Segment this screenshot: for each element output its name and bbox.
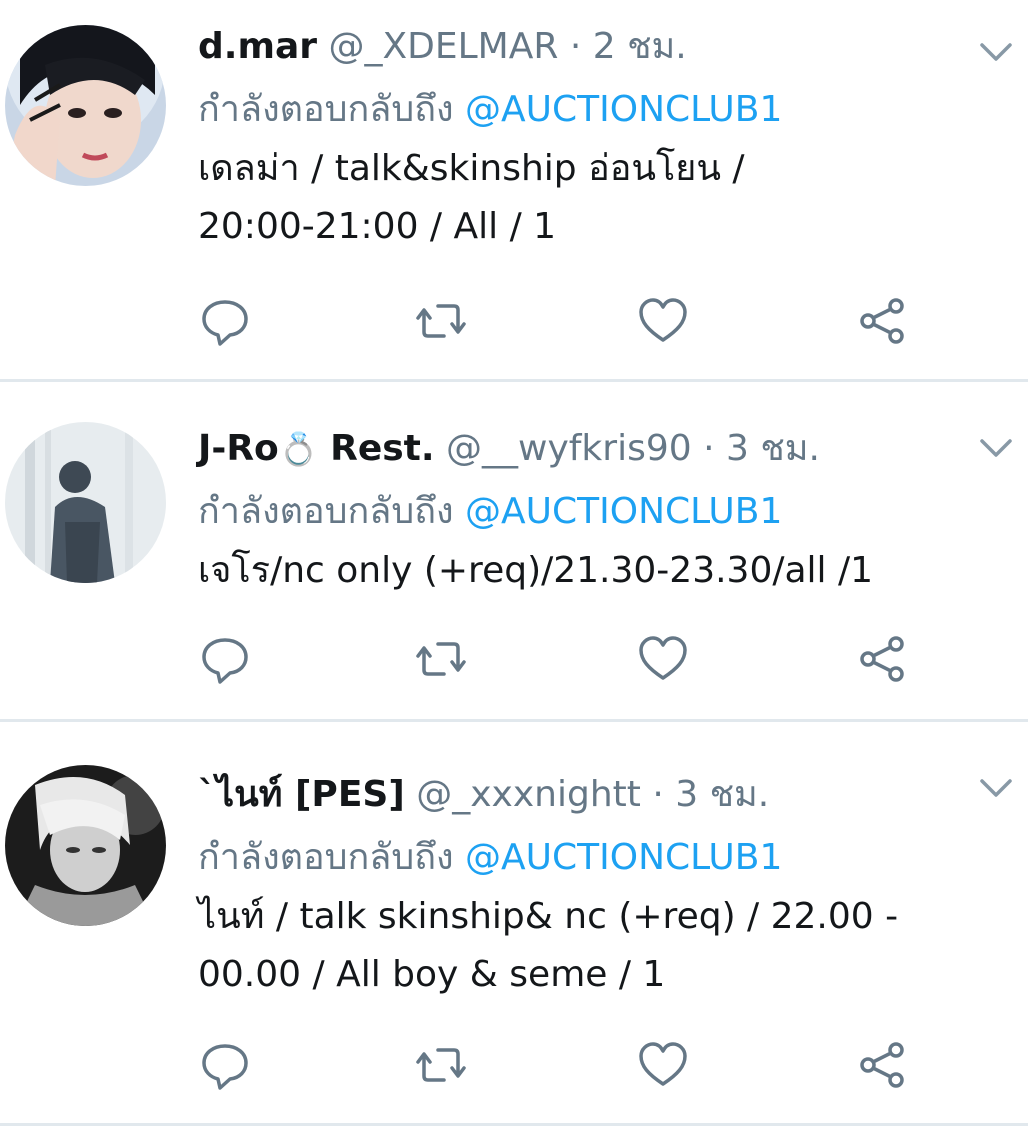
user-handle[interactable]: @__wyfkris90 xyxy=(446,428,692,469)
tweet-text-line: ไนท์ / talk skinship& nc (+req) / 22.00 … xyxy=(198,896,899,937)
timestamp[interactable]: 3 ชม. xyxy=(675,774,769,815)
tweet-header: `ไนท์ [PES] @_xxxnightt · 3 ชม. xyxy=(198,770,988,820)
replying-label: กำลังตอบกลับถึง xyxy=(198,491,454,532)
tweet-text-line: เดลม่า / talk&skinship อ่อนโยน / xyxy=(198,148,745,189)
tweet-text: เจโร/nc only (+req)/21.30-23.30/all /1 xyxy=(198,542,988,600)
avatar[interactable] xyxy=(5,422,166,583)
timestamp[interactable]: 3 ชม. xyxy=(726,428,820,469)
reply-icon[interactable] xyxy=(198,294,252,348)
tweet-content: d.mar @_XDELMAR · 2 ชม. กำลังตอบกลับถึง … xyxy=(198,22,988,256)
display-name-suffix[interactable]: Rest. xyxy=(330,428,434,469)
tweet-actions xyxy=(198,1038,918,1092)
tweet[interactable]: d.mar @_XDELMAR · 2 ชม. กำลังตอบกลับถึง … xyxy=(0,0,1028,382)
tweet-text-line: เจโร/nc only (+req)/21.30-23.30/all /1 xyxy=(198,550,874,591)
display-name[interactable]: `ไนท์ [PES] xyxy=(198,774,405,815)
tweet-text: เดลม่า / talk&skinship อ่อนโยน / 20:00-2… xyxy=(198,140,988,256)
mention-link[interactable]: @AUCTIONCLUB1 xyxy=(465,89,782,130)
reply-icon[interactable] xyxy=(198,632,252,686)
ring-emoji: 💍 xyxy=(278,430,319,468)
tweet-actions xyxy=(198,294,918,348)
tweet-text: ไนท์ / talk skinship& nc (+req) / 22.00 … xyxy=(198,888,988,1004)
tweet-actions xyxy=(198,632,918,686)
avatar[interactable] xyxy=(5,765,166,926)
heart-icon[interactable] xyxy=(636,632,690,686)
chevron-down-icon[interactable] xyxy=(978,776,1014,800)
user-handle[interactable]: @_xxxnightt xyxy=(416,774,641,815)
separator-dot: · xyxy=(703,428,715,469)
replying-label: กำลังตอบกลับถึง xyxy=(198,89,454,130)
timestamp[interactable]: 2 ชม. xyxy=(593,26,687,67)
retweet-icon[interactable] xyxy=(414,294,468,348)
user-handle[interactable]: @_XDELMAR xyxy=(328,26,558,67)
tweet-content: J-Ro💍 Rest. @__wyfkris90 · 3 ชม. กำลังตอ… xyxy=(198,424,988,600)
retweet-icon[interactable] xyxy=(414,1038,468,1092)
replying-to: กำลังตอบกลับถึง @AUCTIONCLUB1 xyxy=(198,80,988,140)
tweet[interactable]: J-Ro💍 Rest. @__wyfkris90 · 3 ชม. กำลังตอ… xyxy=(0,382,1028,722)
reply-icon[interactable] xyxy=(198,1038,252,1092)
separator-dot: · xyxy=(569,26,582,67)
tweet-content: `ไนท์ [PES] @_xxxnightt · 3 ชม. กำลังตอบ… xyxy=(198,770,988,1004)
replying-to: กำลังตอบกลับถึง @AUCTIONCLUB1 xyxy=(198,828,988,888)
share-icon[interactable] xyxy=(856,294,910,348)
tweet-header: J-Ro💍 Rest. @__wyfkris90 · 3 ชม. xyxy=(198,424,988,474)
replying-label: กำลังตอบกลับถึง xyxy=(198,837,454,878)
tweet-text-line: 20:00-21:00 / All / 1 xyxy=(198,206,557,247)
heart-icon[interactable] xyxy=(636,1038,690,1092)
avatar[interactable] xyxy=(5,25,166,186)
display-name[interactable]: J-Ro xyxy=(198,428,279,469)
heart-icon[interactable] xyxy=(636,294,690,348)
retweet-icon[interactable] xyxy=(414,632,468,686)
separator-dot: · xyxy=(652,774,664,815)
tweet-header: d.mar @_XDELMAR · 2 ชม. xyxy=(198,22,988,72)
display-name[interactable]: d.mar xyxy=(198,26,317,67)
tweet-text-line: 00.00 / All boy & seme / 1 xyxy=(198,954,666,995)
mention-link[interactable]: @AUCTIONCLUB1 xyxy=(465,491,782,532)
chevron-down-icon[interactable] xyxy=(978,40,1014,64)
mention-link[interactable]: @AUCTIONCLUB1 xyxy=(465,837,782,878)
timeline-feed: d.mar @_XDELMAR · 2 ชม. กำลังตอบกลับถึง … xyxy=(0,0,1028,1129)
share-icon[interactable] xyxy=(856,632,910,686)
tweet[interactable]: `ไนท์ [PES] @_xxxnightt · 3 ชม. กำลังตอบ… xyxy=(0,722,1028,1126)
chevron-down-icon[interactable] xyxy=(978,436,1014,460)
share-icon[interactable] xyxy=(856,1038,910,1092)
replying-to: กำลังตอบกลับถึง @AUCTIONCLUB1 xyxy=(198,482,988,542)
